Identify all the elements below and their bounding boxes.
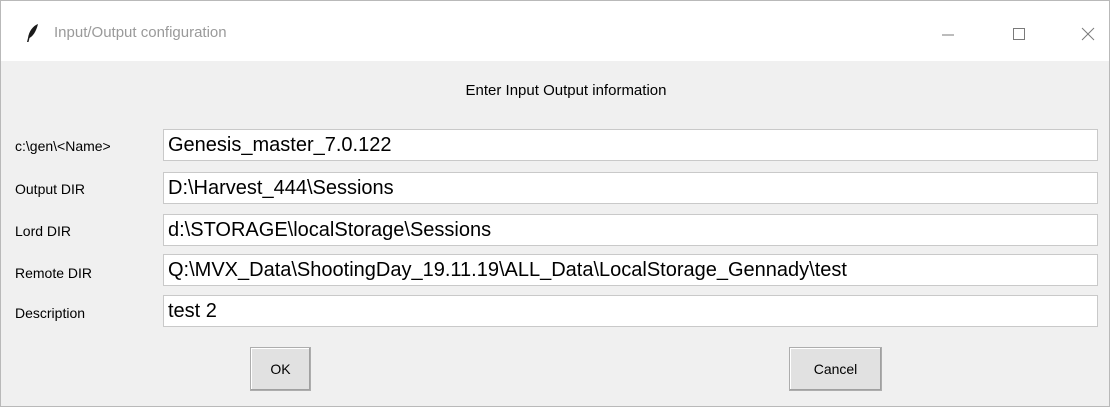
cancel-button[interactable]: Cancel (789, 347, 882, 391)
name-label: c:\gen\<Name> (15, 138, 111, 154)
maximize-icon (1012, 27, 1026, 41)
name-field[interactable]: Genesis_master_7.0.122 (163, 129, 1098, 161)
title-bar[interactable]: Input/Output configuration (1, 1, 1109, 61)
form-heading: Enter Input Output information (465, 82, 667, 99)
dialog-content: Enter Input Output information c:\gen\<N… (1, 61, 1109, 406)
remote-dir-field[interactable]: Q:\MVX_Data\ShootingDay_19.11.19\ALL_Dat… (163, 254, 1098, 286)
close-icon (1081, 27, 1095, 41)
minimize-icon (941, 27, 955, 41)
output-dir-field[interactable]: D:\Harvest_444\Sessions (163, 172, 1098, 204)
remote-dir-label: Remote DIR (15, 265, 93, 281)
maximize-button[interactable] (996, 11, 1042, 57)
feather-icon (25, 23, 41, 43)
dialog-window: Input/Output configuration Enter Input O… (0, 0, 1110, 407)
ok-button[interactable]: OK (250, 347, 311, 391)
close-button[interactable] (1065, 11, 1110, 57)
description-field[interactable]: test 2 (163, 295, 1098, 327)
description-label: Description (15, 305, 86, 321)
window-title: Input/Output configuration (54, 24, 227, 41)
lord-dir-label: Lord DIR (15, 223, 72, 239)
minimize-button[interactable] (925, 11, 971, 57)
output-dir-label: Output DIR (15, 181, 86, 197)
lord-dir-field[interactable]: d:\STORAGE\localStorage\Sessions (163, 214, 1098, 246)
